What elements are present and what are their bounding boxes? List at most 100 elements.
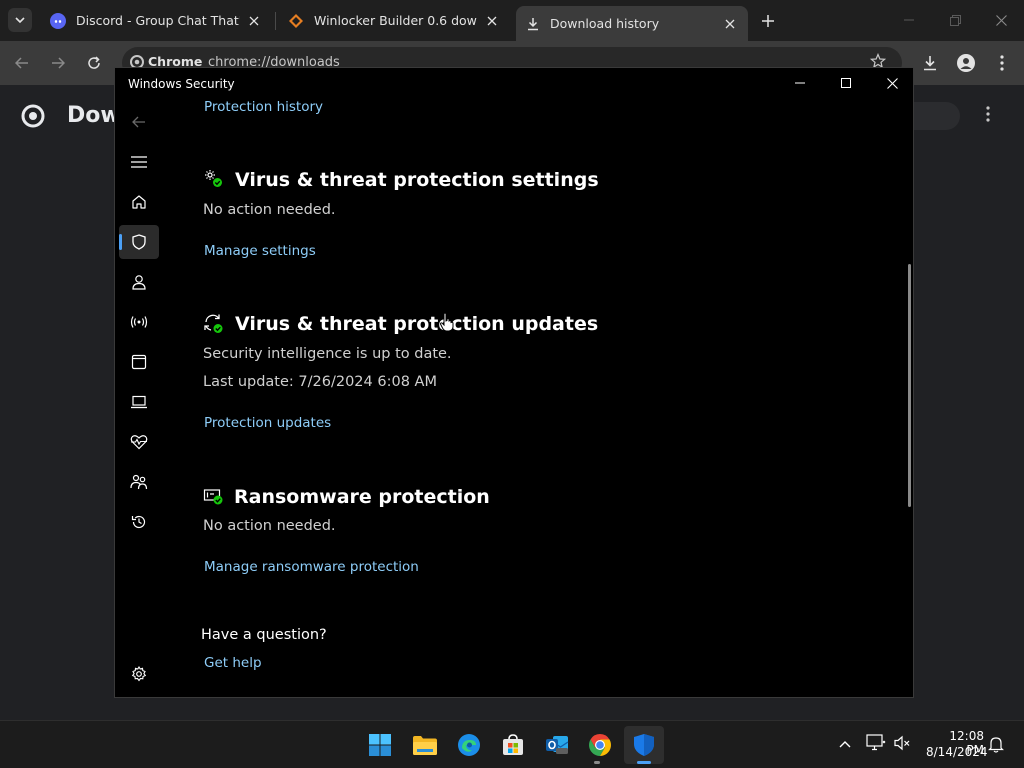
downloads-menu-button[interactable] [986, 106, 998, 126]
section-heading: Virus & threat protection settings [235, 169, 599, 191]
nav-home[interactable] [119, 185, 159, 219]
chrome-button[interactable] [580, 726, 620, 764]
network-button[interactable] [866, 734, 888, 754]
nav-selected-indicator [119, 234, 122, 250]
home-icon [132, 195, 146, 209]
protection-history-icon [131, 515, 146, 529]
windows-start-icon [369, 734, 391, 756]
store-button[interactable] [493, 726, 533, 764]
close-tab-icon[interactable] [484, 13, 500, 29]
maximize-icon [841, 78, 851, 88]
restore-icon [949, 14, 961, 26]
notifications-button[interactable] [988, 735, 1006, 753]
ws-close-button[interactable] [869, 68, 913, 98]
protection-updates-link[interactable]: Protection updates [204, 415, 331, 431]
nav-menu-button[interactable] [119, 145, 159, 179]
chrome-close-button[interactable] [986, 8, 1016, 32]
tab-search-button[interactable] [8, 8, 32, 32]
file-explorer-button[interactable] [405, 726, 445, 764]
volume-button[interactable] [893, 734, 913, 754]
minimize-icon [795, 82, 805, 84]
device-security-icon [131, 395, 147, 409]
start-button[interactable] [360, 726, 400, 764]
volume-muted-icon [894, 735, 910, 751]
outlook-new-icon [546, 736, 569, 754]
nav-family-options[interactable] [119, 465, 159, 499]
minimize-icon [904, 19, 914, 21]
windows-security-button[interactable] [624, 726, 664, 764]
ransomware-check-icon [203, 486, 225, 508]
arrow-left-icon [15, 57, 28, 69]
clock-date[interactable]: 8/14/2024 [926, 745, 988, 759]
chrome-restore-button[interactable] [940, 8, 970, 32]
show-hidden-icons-button[interactable] [836, 735, 854, 753]
active-indicator [637, 761, 651, 764]
refresh-check-icon [203, 313, 225, 335]
tab-title: Winlocker Builder 0.6 download [314, 13, 478, 28]
chevron-up-icon [839, 741, 851, 748]
question-heading: Have a question? [201, 627, 327, 643]
last-update-text: Last update: 7/26/2024 6:08 AM [203, 374, 437, 390]
discord-icon [50, 12, 66, 29]
chevron-down-icon [15, 17, 25, 24]
nav-rail [115, 98, 163, 697]
family-options-icon [130, 474, 148, 490]
nav-settings[interactable] [119, 657, 159, 691]
forward-button[interactable] [46, 51, 70, 75]
windows-security-icon [634, 734, 654, 756]
manage-ransomware-link[interactable]: Manage ransomware protection [204, 559, 419, 575]
nav-virus-protection[interactable] [119, 225, 159, 259]
nav-firewall[interactable] [119, 305, 159, 339]
download-icon [924, 56, 936, 71]
downloads-logo-icon [21, 104, 45, 128]
winlocker-icon [289, 13, 303, 28]
new-tab-button[interactable] [756, 10, 780, 32]
close-icon [995, 14, 1007, 26]
ws-maximize-button[interactable] [823, 68, 869, 98]
tab-discord[interactable]: Discord - Group Chat That's All Fun & Ga… [40, 6, 272, 35]
tab-download-history[interactable]: Download history [516, 6, 748, 41]
ws-minimize-button[interactable] [777, 68, 823, 98]
tab-title: Download history [550, 16, 660, 31]
tab-separator [275, 12, 276, 30]
window-title: Windows Security [128, 77, 235, 91]
edge-icon [458, 734, 480, 756]
file-explorer-icon [413, 736, 437, 755]
close-tab-icon[interactable] [722, 16, 738, 32]
nav-device-health[interactable] [119, 425, 159, 459]
profile-button[interactable] [954, 52, 978, 74]
gear-check-icon [203, 168, 225, 190]
downloads-search-box[interactable] [914, 102, 960, 130]
close-icon [886, 77, 898, 89]
download-icon [528, 17, 538, 30]
network-icon [866, 734, 886, 751]
reload-button[interactable] [82, 51, 106, 75]
downloads-button[interactable] [918, 52, 942, 74]
close-tab-icon[interactable] [246, 13, 262, 29]
nav-app-browser[interactable] [119, 345, 159, 379]
section-status: No action needed. [203, 202, 336, 218]
firewall-network-icon [130, 316, 148, 328]
chrome-icon [589, 734, 611, 756]
scrollbar-thumb[interactable] [908, 264, 911, 507]
chrome-minimize-button[interactable] [894, 8, 924, 32]
get-help-link[interactable]: Get help [204, 655, 262, 671]
nav-account[interactable] [119, 265, 159, 299]
running-indicator [594, 761, 600, 764]
tab-winlocker[interactable]: Winlocker Builder 0.6 download [278, 6, 510, 35]
protection-history-link[interactable]: Protection history [204, 99, 323, 115]
nav-protection-history[interactable] [119, 505, 159, 539]
profile-icon [957, 54, 975, 72]
kebab-menu-icon [986, 106, 990, 122]
back-button[interactable] [10, 51, 34, 75]
nav-device-security[interactable] [119, 385, 159, 419]
nav-back-button[interactable] [119, 105, 159, 139]
outlook-button[interactable] [537, 726, 577, 764]
microsoft-store-icon [503, 734, 523, 755]
chrome-menu-button[interactable] [992, 52, 1012, 74]
app-browser-control-icon [131, 354, 147, 370]
edge-button[interactable] [449, 726, 489, 764]
manage-settings-link[interactable]: Manage settings [204, 243, 316, 259]
windows-security-window: Windows Security Protection history Viru… [114, 67, 914, 698]
hand-cursor-icon [439, 312, 455, 332]
